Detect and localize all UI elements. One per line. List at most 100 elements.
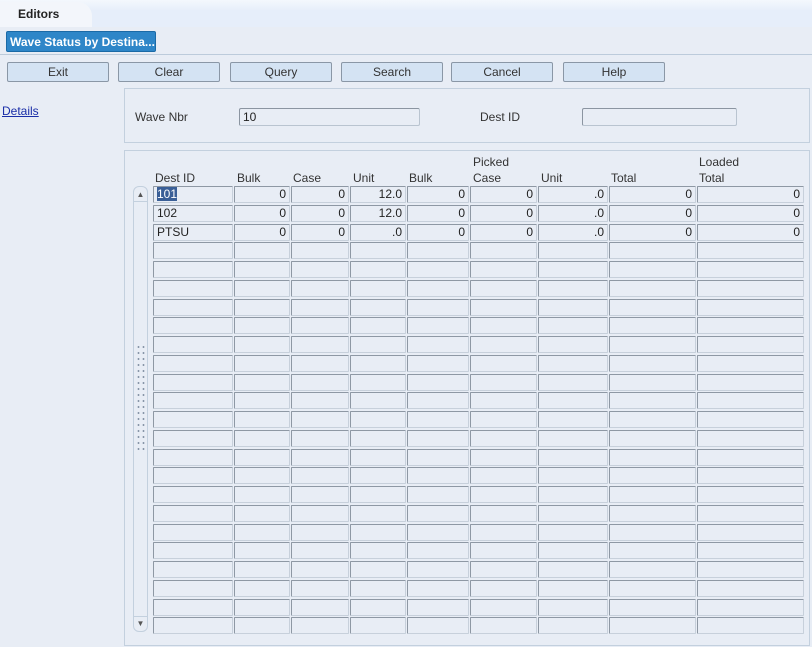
cell-picked-unit[interactable] xyxy=(538,467,608,484)
cell-picked-total[interactable] xyxy=(609,561,696,578)
cell-dest-id[interactable] xyxy=(153,449,233,466)
cell-picked-case[interactable] xyxy=(470,355,537,372)
cell-bulk[interactable] xyxy=(234,392,290,409)
cell-picked-case[interactable] xyxy=(470,411,537,428)
cell-case[interactable] xyxy=(291,392,349,409)
cell-picked-case[interactable] xyxy=(470,374,537,391)
cell-picked-unit[interactable] xyxy=(538,505,608,522)
cell-dest-id[interactable] xyxy=(153,299,233,316)
screen-title-tab[interactable]: Wave Status by Destina... xyxy=(6,31,156,52)
scroll-up-icon[interactable]: ▲ xyxy=(134,188,147,202)
cell-case[interactable] xyxy=(291,261,349,278)
cell-picked-unit[interactable] xyxy=(538,374,608,391)
cell-picked-unit[interactable] xyxy=(538,561,608,578)
cell-unit[interactable] xyxy=(350,486,406,503)
cell-picked-case[interactable] xyxy=(470,542,537,559)
cell-loaded-total[interactable] xyxy=(697,280,804,297)
cell-case[interactable]: 0 xyxy=(291,205,349,222)
cell-picked-unit[interactable] xyxy=(538,542,608,559)
cell-picked-case[interactable]: 0 xyxy=(470,186,537,203)
cell-loaded-total[interactable] xyxy=(697,524,804,541)
cell-bulk[interactable] xyxy=(234,242,290,259)
cell-picked-case[interactable] xyxy=(470,430,537,447)
cell-unit[interactable] xyxy=(350,374,406,391)
cell-loaded-total[interactable] xyxy=(697,242,804,259)
cell-picked-unit[interactable] xyxy=(538,261,608,278)
cell-loaded-total[interactable] xyxy=(697,355,804,372)
cancel-button[interactable]: Cancel xyxy=(451,62,553,82)
cell-picked-bulk[interactable] xyxy=(407,561,469,578)
cell-dest-id[interactable] xyxy=(153,336,233,353)
cell-case[interactable] xyxy=(291,599,349,616)
cell-loaded-total[interactable]: 0 xyxy=(697,224,804,241)
cell-dest-id[interactable] xyxy=(153,242,233,259)
cell-bulk[interactable] xyxy=(234,374,290,391)
cell-picked-bulk[interactable] xyxy=(407,242,469,259)
cell-bulk[interactable] xyxy=(234,542,290,559)
cell-bulk[interactable] xyxy=(234,467,290,484)
cell-unit[interactable]: 12.0 xyxy=(350,205,406,222)
cell-picked-bulk[interactable]: 0 xyxy=(407,205,469,222)
cell-dest-id[interactable] xyxy=(153,261,233,278)
cell-dest-id[interactable]: 101 xyxy=(153,186,233,203)
cell-picked-bulk[interactable] xyxy=(407,392,469,409)
cell-picked-unit[interactable]: .0 xyxy=(538,186,608,203)
scroll-grip-handle[interactable] xyxy=(136,344,145,452)
cell-loaded-total[interactable] xyxy=(697,317,804,334)
cell-picked-bulk[interactable]: 0 xyxy=(407,186,469,203)
cell-picked-unit[interactable] xyxy=(538,242,608,259)
cell-bulk[interactable] xyxy=(234,355,290,372)
cell-bulk[interactable] xyxy=(234,430,290,447)
cell-picked-case[interactable] xyxy=(470,486,537,503)
cell-unit[interactable] xyxy=(350,392,406,409)
cell-loaded-total[interactable] xyxy=(697,336,804,353)
cell-picked-case[interactable]: 0 xyxy=(470,224,537,241)
cell-unit[interactable] xyxy=(350,280,406,297)
cell-picked-case[interactable] xyxy=(470,242,537,259)
cell-case[interactable]: 0 xyxy=(291,186,349,203)
cell-picked-bulk[interactable]: 0 xyxy=(407,224,469,241)
cell-dest-id[interactable] xyxy=(153,486,233,503)
cell-unit[interactable] xyxy=(350,542,406,559)
cell-picked-total[interactable] xyxy=(609,299,696,316)
cell-picked-total[interactable] xyxy=(609,486,696,503)
cell-picked-unit[interactable] xyxy=(538,355,608,372)
cell-picked-case[interactable]: 0 xyxy=(470,205,537,222)
cell-picked-bulk[interactable] xyxy=(407,617,469,634)
cell-case[interactable] xyxy=(291,430,349,447)
cell-picked-total[interactable] xyxy=(609,580,696,597)
grid-scrollbar[interactable]: ▲ ▼ xyxy=(133,186,148,632)
cell-loaded-total[interactable] xyxy=(697,486,804,503)
cell-case[interactable]: 0 xyxy=(291,224,349,241)
cell-dest-id[interactable] xyxy=(153,430,233,447)
cell-bulk[interactable] xyxy=(234,449,290,466)
cell-loaded-total[interactable] xyxy=(697,261,804,278)
cell-picked-unit[interactable] xyxy=(538,299,608,316)
cell-picked-bulk[interactable] xyxy=(407,374,469,391)
cell-picked-bulk[interactable] xyxy=(407,317,469,334)
cell-unit[interactable]: 12.0 xyxy=(350,186,406,203)
cell-loaded-total[interactable] xyxy=(697,599,804,616)
cell-bulk[interactable] xyxy=(234,299,290,316)
cell-loaded-total[interactable]: 0 xyxy=(697,186,804,203)
query-button[interactable]: Query xyxy=(230,62,332,82)
cell-bulk[interactable] xyxy=(234,617,290,634)
cell-picked-unit[interactable] xyxy=(538,486,608,503)
cell-picked-total[interactable] xyxy=(609,336,696,353)
cell-picked-total[interactable]: 0 xyxy=(609,224,696,241)
cell-loaded-total[interactable] xyxy=(697,542,804,559)
cell-picked-case[interactable] xyxy=(470,505,537,522)
help-button[interactable]: Help xyxy=(563,62,665,82)
cell-dest-id[interactable]: PTSU xyxy=(153,224,233,241)
cell-case[interactable] xyxy=(291,336,349,353)
cell-unit[interactable] xyxy=(350,617,406,634)
cell-picked-case[interactable] xyxy=(470,580,537,597)
cell-dest-id[interactable] xyxy=(153,280,233,297)
cell-bulk[interactable] xyxy=(234,317,290,334)
cell-unit[interactable] xyxy=(350,411,406,428)
cell-picked-case[interactable] xyxy=(470,561,537,578)
clear-button[interactable]: Clear xyxy=(118,62,220,82)
scroll-down-icon[interactable]: ▼ xyxy=(134,616,147,630)
cell-case[interactable] xyxy=(291,524,349,541)
cell-bulk[interactable] xyxy=(234,261,290,278)
